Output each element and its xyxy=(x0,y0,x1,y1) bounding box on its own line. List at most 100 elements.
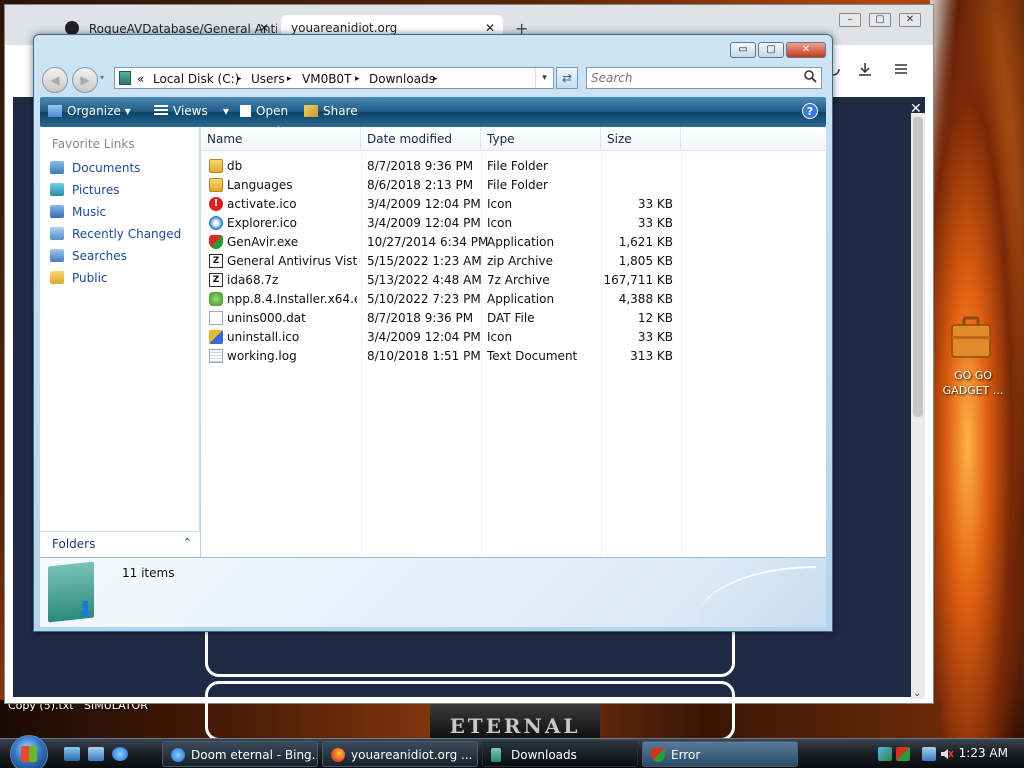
sidebar-item-recently-changed[interactable]: Recently Changed xyxy=(50,227,181,245)
breadcrumb-downloads[interactable]: Downloads xyxy=(369,72,435,86)
file-name: Explorer.ico xyxy=(227,216,297,230)
search-input[interactable] xyxy=(587,68,797,88)
security-center-icon[interactable] xyxy=(896,747,910,761)
table-row[interactable]: Z ida68.7z 5/13/2022 4:48 AM 7z Archive … xyxy=(201,271,826,290)
file-date: 8/7/2018 9:36 PM xyxy=(367,311,474,325)
show-desktop-icon[interactable] xyxy=(64,747,80,761)
breadcrumb-users[interactable]: Users xyxy=(251,72,285,86)
taskbar-button-label: Downloads xyxy=(511,748,577,762)
sidebar-item-searches[interactable]: Searches xyxy=(50,249,127,267)
table-row[interactable]: Z General Antivirus Vista.... 5/15/2022 … xyxy=(201,252,826,271)
close-icon[interactable]: ✕ xyxy=(485,21,495,35)
pictures-icon xyxy=(50,183,64,196)
file-size: 313 KB xyxy=(630,349,673,363)
taskbar-button-downloads[interactable]: Downloads xyxy=(482,741,638,767)
column-header-name[interactable]: Name ^ xyxy=(201,124,361,151)
forward-button[interactable]: ▶ xyxy=(72,67,98,93)
close-button[interactable]: ✕ xyxy=(786,42,826,58)
sidebar-item-music[interactable]: Music xyxy=(50,205,106,223)
taskbar-button-error[interactable]: Error xyxy=(642,741,798,767)
switch-windows-icon[interactable] xyxy=(88,747,104,761)
zip-icon: Z xyxy=(209,254,223,268)
table-row[interactable]: ! activate.ico 3/4/2009 12:04 PM Icon 33… xyxy=(201,195,826,214)
column-label: Size xyxy=(607,132,632,146)
network-icon[interactable] xyxy=(878,747,892,761)
menu-icon[interactable] xyxy=(893,61,909,81)
table-row[interactable]: db 8/7/2018 9:36 PM File Folder xyxy=(201,157,826,176)
chevron-right-icon[interactable]: ▸ xyxy=(237,74,242,84)
display-icon[interactable] xyxy=(922,747,936,761)
firefox-icon xyxy=(331,748,345,762)
scrollbar[interactable]: ⌄ xyxy=(911,113,925,699)
folders-toggle[interactable]: Folders ⌃ xyxy=(40,531,200,557)
scroll-down-icon[interactable]: ⌄ xyxy=(913,688,921,699)
organize-label: Organize xyxy=(67,104,121,118)
sidebar-item-pictures[interactable]: Pictures xyxy=(50,183,120,201)
column-header-size[interactable]: Size xyxy=(601,127,681,151)
file-name: working.log xyxy=(227,349,297,363)
tab-title: youareanidiot.org xyxy=(291,21,398,35)
start-button[interactable] xyxy=(10,735,48,768)
address-bar[interactable]: « Local Disk (C:) ▸ Users ▸ VM0B0T ▸ Dow… xyxy=(114,67,554,89)
sidebar-item-documents[interactable]: Documents xyxy=(50,161,140,179)
open-button[interactable]: Open xyxy=(240,104,288,118)
download-icon[interactable] xyxy=(857,61,873,81)
refresh-button[interactable]: ⇄ xyxy=(556,67,578,89)
clock[interactable]: 1:23 AM xyxy=(959,746,1008,760)
taskbar-button-firefox[interactable]: youareanidiot.org ... xyxy=(322,741,478,767)
sidebar-item-label: Public xyxy=(72,271,108,285)
scrollbar-thumb[interactable] xyxy=(913,117,923,417)
chevron-right-icon[interactable]: ▸ xyxy=(355,74,360,84)
column-header-filler xyxy=(681,127,826,151)
decorative-swoosh xyxy=(696,566,816,622)
file-size: 167,711 KB xyxy=(603,273,673,287)
organize-button[interactable]: Organize ▾ xyxy=(48,104,131,118)
briefcase-icon[interactable] xyxy=(950,316,992,360)
table-row[interactable]: working.log 8/10/2018 1:51 PM Text Docum… xyxy=(201,347,826,366)
close-icon[interactable]: ✕ xyxy=(259,21,269,35)
column-header-date-modified[interactable]: Date modified xyxy=(361,127,481,151)
search-icon[interactable] xyxy=(804,70,817,87)
back-button[interactable]: ◀ xyxy=(42,67,68,93)
address-overflow[interactable]: « xyxy=(137,72,144,86)
address-dropdown[interactable]: ▾ xyxy=(535,68,553,88)
file-name: unins000.dat xyxy=(227,311,306,325)
column-label: Date modified xyxy=(367,132,453,146)
column-header-type[interactable]: Type xyxy=(481,127,601,151)
table-row[interactable]: npp.8.4.Installer.x64.exe 5/10/2022 7:23… xyxy=(201,290,826,309)
file-type: File Folder xyxy=(487,178,548,192)
table-row[interactable]: Languages 8/6/2018 2:13 PM File Folder xyxy=(201,176,826,195)
close-button[interactable]: ✕ xyxy=(899,13,921,27)
chevron-right-icon[interactable]: ▸ xyxy=(433,74,438,84)
explorer-icon xyxy=(209,216,223,230)
sidebar-item-public[interactable]: Public xyxy=(50,271,108,289)
minimize-button[interactable]: – xyxy=(839,13,861,27)
file-type: Application xyxy=(487,235,555,249)
volume-muted-icon[interactable] xyxy=(940,747,954,761)
recently-changed-icon xyxy=(50,227,64,240)
recent-pages-dropdown[interactable]: ▾ xyxy=(100,73,104,82)
chevron-right-icon[interactable]: ▸ xyxy=(287,74,292,84)
views-button[interactable]: Views ▾ xyxy=(154,104,229,118)
desktop-icon-label-gadget[interactable]: GO GO GADGET ... xyxy=(938,368,1008,398)
views-label: Views xyxy=(173,104,208,118)
folder-icon xyxy=(491,748,501,762)
file-list: Name ^ Date modified Type Size db 8/7/20… xyxy=(201,124,826,557)
table-row[interactable]: uninstall.ico 3/4/2009 12:04 PM Icon 33 … xyxy=(201,328,826,347)
column-label: Type xyxy=(487,132,515,146)
breadcrumb-local-disk[interactable]: Local Disk (C:) xyxy=(153,72,239,86)
share-button[interactable]: Share xyxy=(304,104,358,118)
internet-explorer-icon[interactable] xyxy=(112,747,128,761)
file-size: 33 KB xyxy=(637,197,673,211)
breadcrumb-vm0b0t[interactable]: VM0B0T xyxy=(302,72,351,86)
folder-location-icon xyxy=(119,71,131,85)
table-row[interactable]: GenAvir.exe 10/27/2014 6:34 PM Applicati… xyxy=(201,233,826,252)
minimize-button[interactable]: ▭ xyxy=(730,42,756,58)
item-count: 11 items xyxy=(122,566,175,580)
maximize-button[interactable]: ▢ xyxy=(758,42,784,58)
table-row[interactable]: unins000.dat 8/7/2018 9:36 PM DAT File 1… xyxy=(201,309,826,328)
taskbar-button-bing[interactable]: Doom eternal - Bing... xyxy=(162,741,318,767)
help-icon[interactable]: ? xyxy=(802,103,818,119)
table-row[interactable]: Explorer.ico 3/4/2009 12:04 PM Icon 33 K… xyxy=(201,214,826,233)
maximize-button[interactable]: ▢ xyxy=(869,13,891,27)
